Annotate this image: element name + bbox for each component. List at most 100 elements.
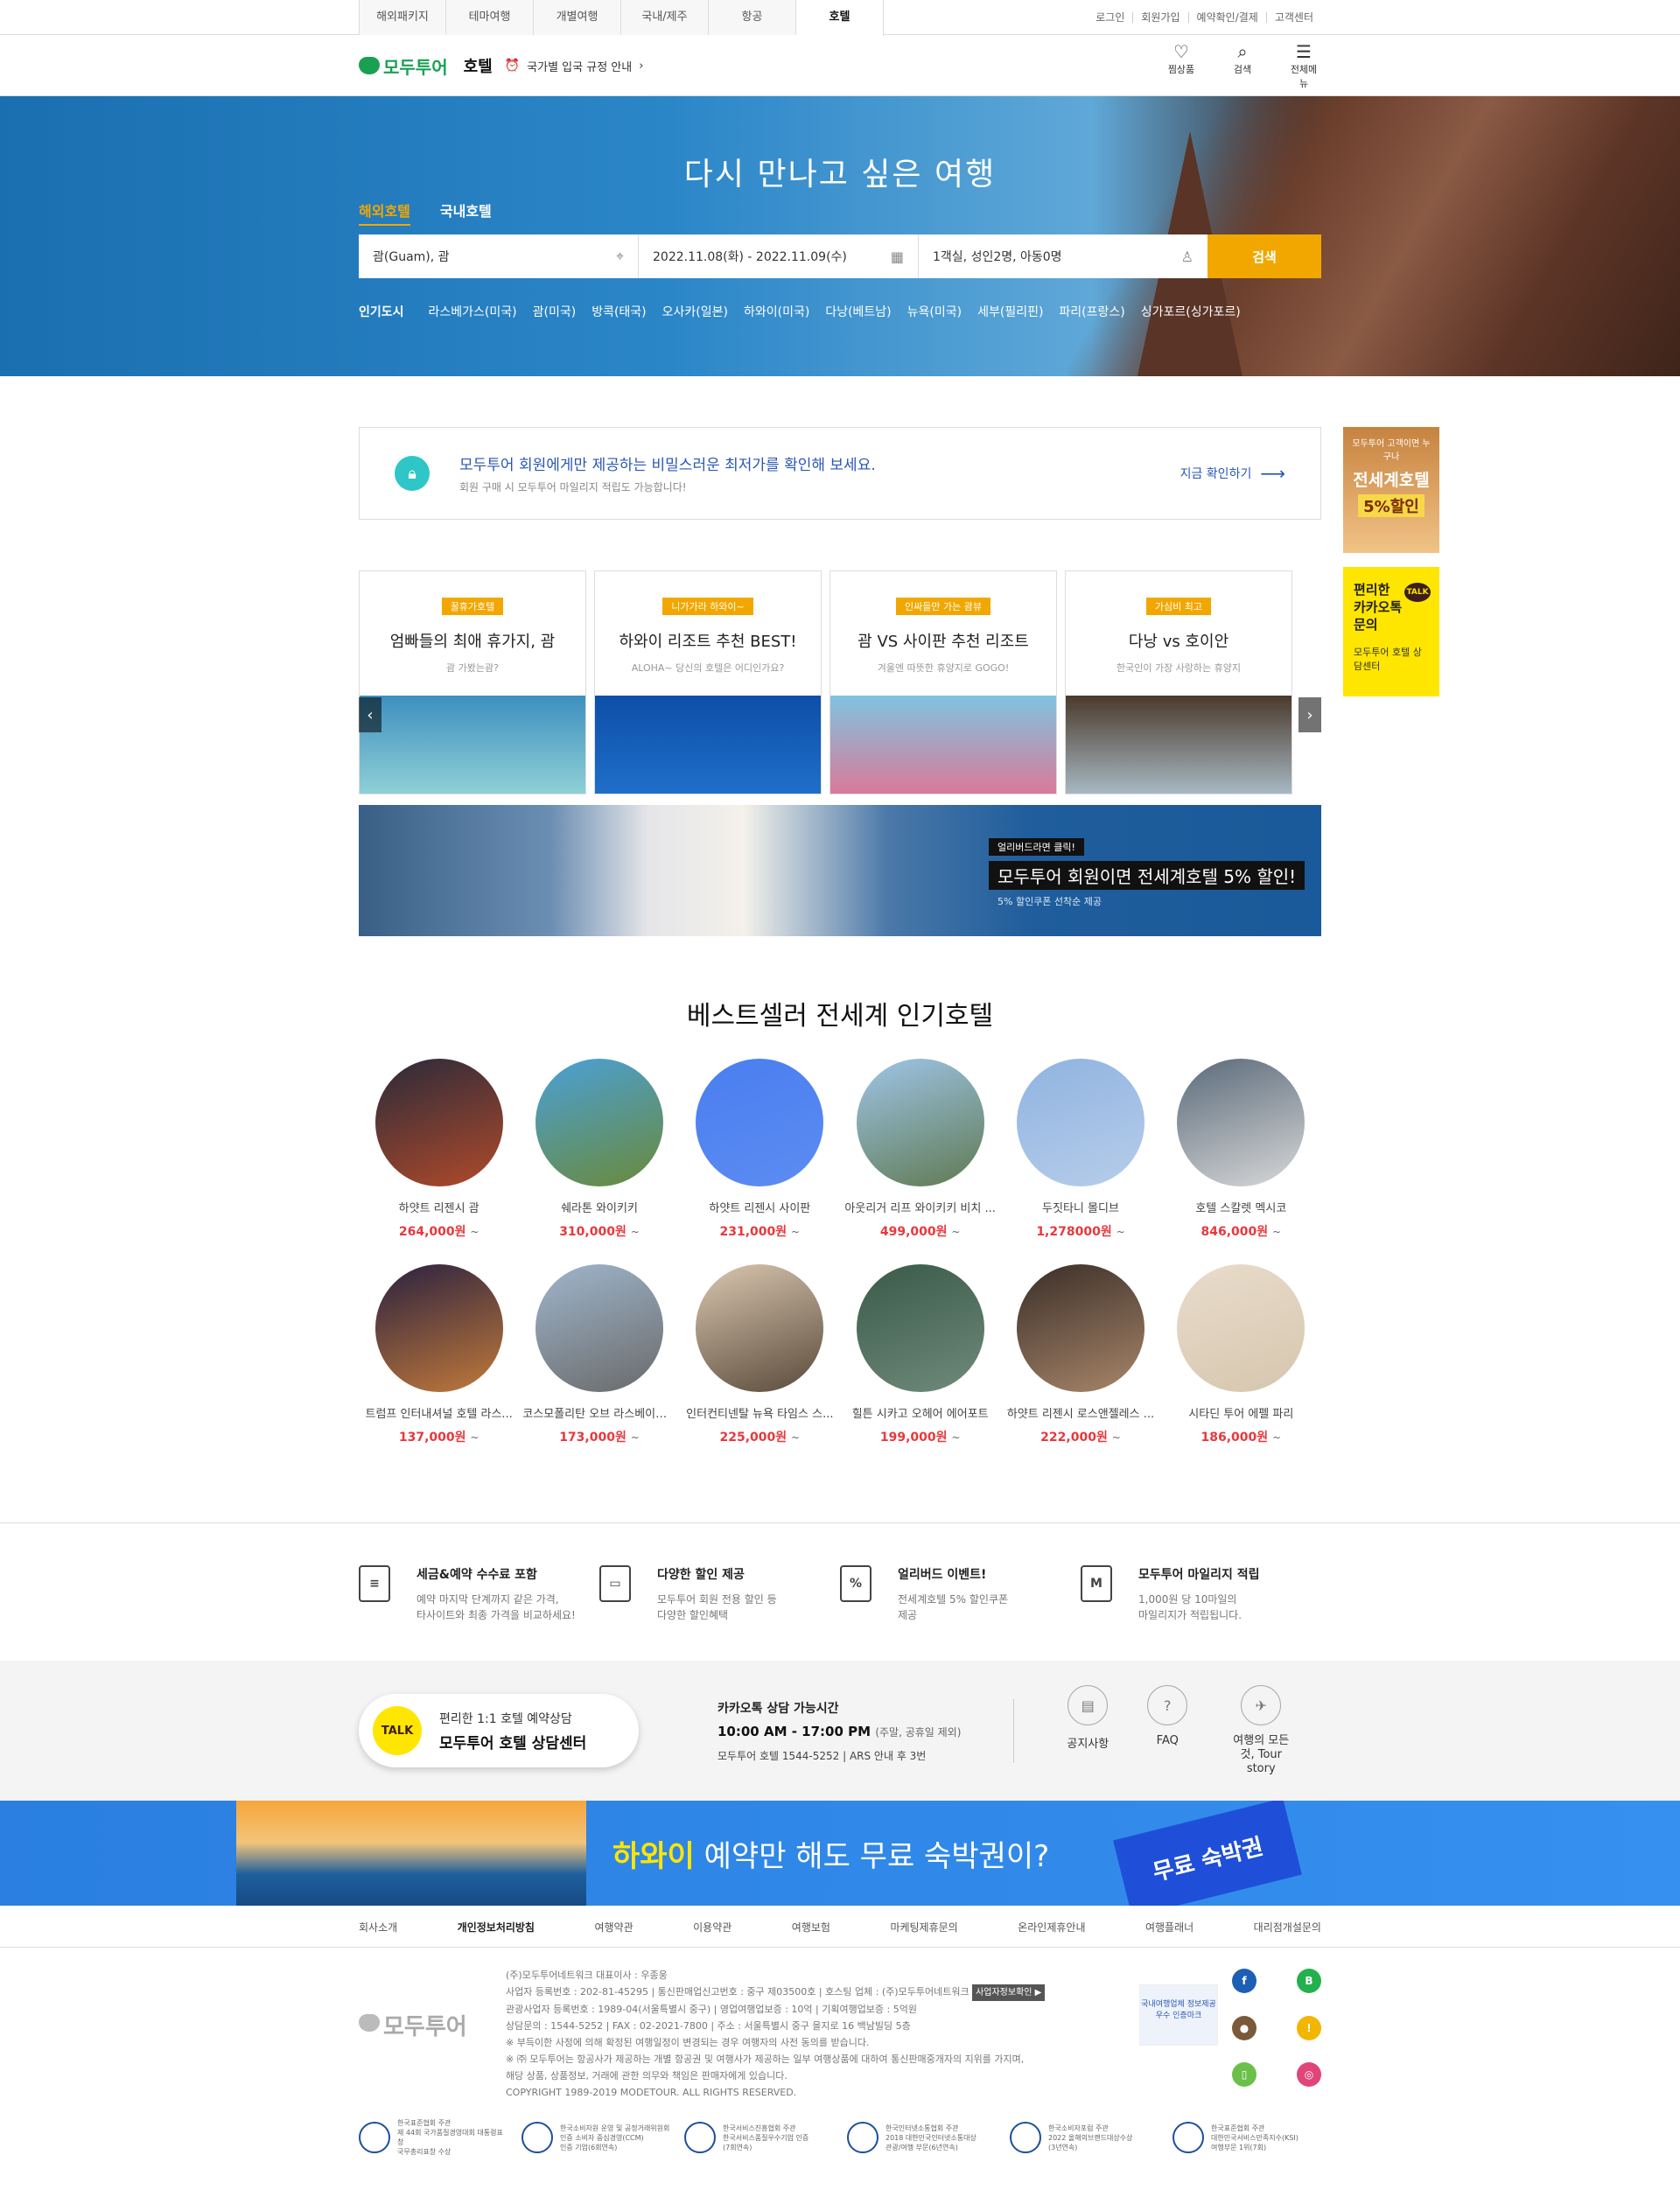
destination-value: 괌(Guam), 괌 [373,250,450,264]
biz-info-button[interactable]: 사업자정보확인 ▶ [972,1984,1046,2001]
footer-link[interactable]: 마케팅제휴문의 [890,1920,957,1935]
notice-link[interactable]: ▤ 공지사항 [1067,1685,1109,1776]
check-now-link[interactable]: 지금 확인하기 ⟶ [1180,463,1285,484]
theme-card[interactable]: 인싸들만 가는 괌뷰 괌 VS 사이판 추천 리조트 겨울엔 따뜻한 휴양지로 … [830,570,1057,794]
footer-link-privacy[interactable]: 개인정보처리방침 [458,1920,535,1935]
city-link[interactable]: 방콕(태국) [592,303,646,320]
award-line: 2022 올해의브랜드대상수상 [1048,2133,1133,2142]
hotel-item[interactable]: 하얏트 리젠시 사이판 231,000원 ~ [680,1059,840,1240]
search-submit-button[interactable]: 검색 [1208,234,1321,278]
wishlist-button[interactable]: ♡ 찜상품 [1164,41,1199,90]
tab-domestic-jeju[interactable]: 국내/제주 [621,0,709,35]
company-line-text: 사업자 등록번호 : 202-81-45295 | 통신판매업신고번호 : 중구… [506,1986,970,1998]
menu-button[interactable]: ☰ 전체메뉴 [1286,41,1321,90]
city-link[interactable]: 다낭(베트남) [825,303,891,320]
login-link[interactable]: 로그인 [1088,12,1132,23]
lock-icon: 🔒︎ [395,456,430,491]
hotel-item[interactable]: 하얏트 리젠시 괌 264,000원 ~ [359,1059,519,1240]
footer-link[interactable]: 대리점개설문의 [1254,1920,1321,1935]
date-field[interactable]: 2022.11.08(화) - 2022.11.09(수) ▦ [639,234,919,278]
blog-icon[interactable]: B [1297,1969,1321,1993]
award-logo-icon [1172,2122,1204,2153]
tab-air[interactable]: 항공 [709,0,796,35]
city-link[interactable]: 하와이(미국) [744,303,809,320]
tab-theme-travel[interactable]: 테마여행 [446,0,534,35]
tour-story-link[interactable]: ✈ 여행의 모든것, Tour story [1226,1685,1296,1776]
company-info: (주)모두투어네트워크 대표이사 : 우종웅 사업자 등록번호 : 202-81… [506,1967,1118,2101]
city-link[interactable]: 오사카(일본) [662,303,728,320]
hotel-item[interactable]: 코스모폴리탄 오브 라스베이거... 173,000원 ~ [519,1264,679,1445]
price-suffix: ~ [470,1431,480,1444]
footer-link[interactable]: 여행약관 [594,1920,633,1935]
consult-hours: 카카오톡 상담 가능시간 10:00 AM - 17:00 PM (주말, 공휴… [718,1698,1015,1763]
hotel-price-value: 264,000원 [398,1225,466,1239]
city-link[interactable]: 세부(필리핀) [977,303,1043,320]
destination-field[interactable]: 괌(Guam), 괌 ⌖ [359,234,639,278]
site-logo[interactable]: 모두투어 [359,53,448,79]
post-icon[interactable]: ▯ [1232,2062,1256,2088]
tab-hotel[interactable]: 호텔 [796,0,884,36]
hotel-item[interactable]: 하얏트 리젠시 로스앤젤레스 ... 222,000원 ~ [1000,1264,1160,1445]
hotel-item[interactable]: 인터컨티넨탈 뉴욕 타임스 스... 225,000원 ~ [680,1264,840,1445]
guest-field[interactable]: 1객실, 성인2명, 아동0명 ♙ [919,234,1208,278]
hotel-name: 호텔 스칼렛 멕시코 [1195,1202,1287,1215]
next-arrow-button[interactable]: › [1298,697,1321,732]
hawaii-promo-banner[interactable]: 하와이 예약만 해도 무료 숙박권이? 무료 숙박권 [0,1801,1680,1906]
member-price-banner[interactable]: 🔒︎ 모두투어 회원에게만 제공하는 비밀스러운 최저가를 확인해 보세요. 회… [359,427,1321,520]
person-icon: ♙ [1180,248,1194,265]
side-discount-banner[interactable]: 모두투어 고객이면 누구나 전세계호텔 5%할인 [1343,427,1439,553]
theme-card[interactable]: 꿀휴가호텔 엄빠들의 최애 휴가지, 괌 괌 가봤는괌? [359,570,586,794]
footer-link[interactable]: 이용약관 [693,1920,732,1935]
hotel-item[interactable]: 아웃리거 리프 와이키키 비치 ... 499,000원 ~ [840,1059,1000,1240]
hotel-item[interactable]: 두짓타니 몰디브 1,278000원 ~ [1000,1059,1160,1240]
hotel-item[interactable]: 호텔 스칼렛 멕시코 846,000원 ~ [1161,1059,1321,1240]
award-text: 한국인터넷소통협회 주관 2018 대한민국인터넷소통대상 관광/여행 부문(6년연… [886,2124,976,2152]
tab-domestic-hotel[interactable]: 국내호텔 [440,199,492,226]
facebook-icon[interactable]: f [1232,1969,1256,1993]
feature-desc: 예약 마지막 단계까지 같은 가격, 타사이트와 최종 가격을 비교하세요! [416,1592,576,1623]
footer-link[interactable]: 회사소개 [359,1920,397,1935]
member-banner-sub: 회원 구매 시 모두투어 마일리지 적립도 가능합니다! [459,481,687,493]
hotel-item[interactable]: 쉐라톤 와이키키 310,000원 ~ [519,1059,679,1240]
theme-card[interactable]: 니가가라 하와이~ 하와이 리조트 추천 BEST! ALOHA~ 당신의 호텔… [594,570,822,794]
member-banner-title: 모두투어 회원에게만 제공하는 비밀스러운 최저가를 확인해 보세요. [459,457,876,474]
chat-icon[interactable]: ● [1232,2015,1256,2040]
city-link[interactable]: 라스베가스(미국) [429,303,517,320]
award-line: 인증 기업(6회연속) [560,2143,618,2152]
hotel-item[interactable]: 시타딘 투어 에펠 파리 186,000원 ~ [1161,1264,1321,1445]
tab-individual-travel[interactable]: 개별여행 [534,0,621,35]
instagram-icon[interactable]: ◎ [1297,2062,1321,2088]
footer-links: 회사소개 개인정보처리방침 여행약관 이용약관 여행보험 마케팅제휴문의 온라인… [0,1906,1680,1948]
faq-link[interactable]: ? FAQ [1147,1685,1188,1776]
tab-overseas-package[interactable]: 해외패키지 [359,0,446,35]
city-link[interactable]: 괌(미국) [533,303,577,320]
footer-link[interactable]: 여행플래너 [1145,1920,1194,1935]
reservation-link[interactable]: 예약확인/결제 [1187,12,1266,23]
feature-desc-line: 다양한 할인혜택 [657,1609,729,1621]
theme-card[interactable]: 가심비 최고 다낭 vs 호이안 한국인이 가장 사랑하는 휴양지 [1065,570,1292,794]
early-bird-banner[interactable]: 얼리버드라면 클릭! 모두투어 회원이면 전세계호텔 5% 할인! 5% 할인쿠… [359,805,1321,936]
kakao-consult-button[interactable]: TALK 편리한 1:1 호텔 예약상담 모두투어 호텔 상담센터 [359,1694,639,1767]
card-tag: 꿀휴가호텔 [441,598,504,615]
award-line: 여행부문 1위(7회) [1211,2143,1267,2152]
hotel-item[interactable]: 트럼프 인터내셔널 호텔 라스... 137,000원 ~ [359,1264,519,1445]
prev-arrow-button[interactable]: ‹ [359,697,382,732]
feature-item: M 모두투어 마일리지 적립 1,000원 당 10마일의 마일리지가 적립됩니다… [1081,1565,1321,1623]
footer-link[interactable]: 온라인제휴안내 [1018,1920,1085,1935]
guest-value: 1객실, 성인2명, 아동0명 [933,250,1062,264]
footer-logo-text: 모두투어 [383,2014,467,2040]
search-button[interactable]: ⌕ 검색 [1225,41,1260,90]
city-link[interactable]: 싱가포르(싱가포르) [1141,303,1241,320]
hotel-item[interactable]: 힐튼 시카고 오헤어 에어포트 199,000원 ~ [840,1264,1000,1445]
kakaostory-icon[interactable]: ! [1297,2015,1321,2040]
hotel-name: 인터컨티넨탈 뉴욕 타임스 스... [686,1408,834,1421]
side-kakao-banner[interactable]: TALK 편리한 카카오톡 문의 모두투어 호텔 상담센터 [1343,567,1439,696]
city-link[interactable]: 뉴욕(미국) [907,303,962,320]
search-icon: ⌕ [1237,41,1248,62]
entry-notice-link[interactable]: ⏰ 국가별 입국 규정 안내 › [505,58,644,74]
customer-center-link[interactable]: 고객센터 [1265,12,1321,23]
footer-link[interactable]: 여행보험 [792,1920,830,1935]
city-link[interactable]: 파리(프랑스) [1059,303,1124,320]
signup-link[interactable]: 회원가입 [1132,12,1187,23]
tab-overseas-hotel[interactable]: 해외호텔 [359,199,410,226]
